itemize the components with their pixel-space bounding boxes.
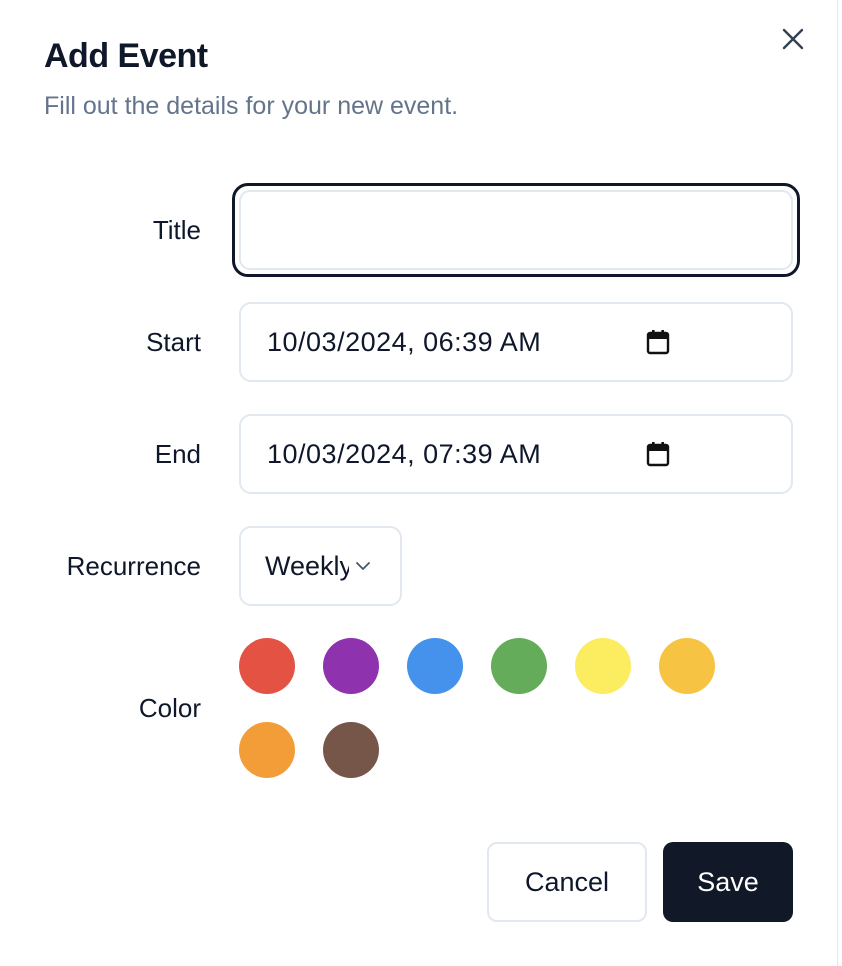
title-input-field[interactable] — [239, 190, 793, 270]
start-datetime-input[interactable]: 10/03/2024, 06:39 AM — [239, 302, 793, 382]
title-input[interactable] — [232, 183, 800, 277]
close-button[interactable] — [778, 24, 808, 54]
color-label: Color — [138, 693, 201, 723]
chevron-down-icon — [356, 562, 370, 570]
title-label: Title — [152, 215, 201, 245]
start-datetime-value: 10/03/2024, 06:39 AM — [267, 326, 542, 357]
color-swatch[interactable] — [239, 722, 295, 778]
color-swatch[interactable] — [491, 638, 547, 694]
end-datetime-value: 10/03/2024, 07:39 AM — [267, 438, 542, 469]
recurrence-selected-value: Weekly — [265, 550, 349, 581]
color-swatch[interactable] — [659, 638, 715, 694]
add-event-dialog: Add Event Fill out the details for your … — [0, 0, 838, 966]
color-swatch[interactable] — [323, 638, 379, 694]
start-label: Start — [146, 327, 201, 357]
save-button[interactable]: Save — [663, 842, 793, 922]
close-icon — [782, 28, 804, 50]
recurrence-label: Recurrence — [66, 551, 201, 581]
end-datetime-input[interactable]: 10/03/2024, 07:39 AM — [239, 414, 793, 494]
calendar-icon[interactable] — [645, 441, 671, 467]
color-swatch[interactable] — [575, 638, 631, 694]
color-swatch[interactable] — [407, 638, 463, 694]
dialog-subtitle: Fill out the details for your new event. — [44, 92, 459, 120]
end-label: End — [154, 439, 201, 469]
dialog-title: Add Event — [44, 37, 208, 75]
cancel-button[interactable]: Cancel — [487, 842, 647, 922]
color-swatch[interactable] — [323, 722, 379, 778]
color-swatch[interactable] — [239, 638, 295, 694]
recurrence-select[interactable]: Weekly — [239, 526, 402, 606]
calendar-icon[interactable] — [645, 329, 671, 355]
